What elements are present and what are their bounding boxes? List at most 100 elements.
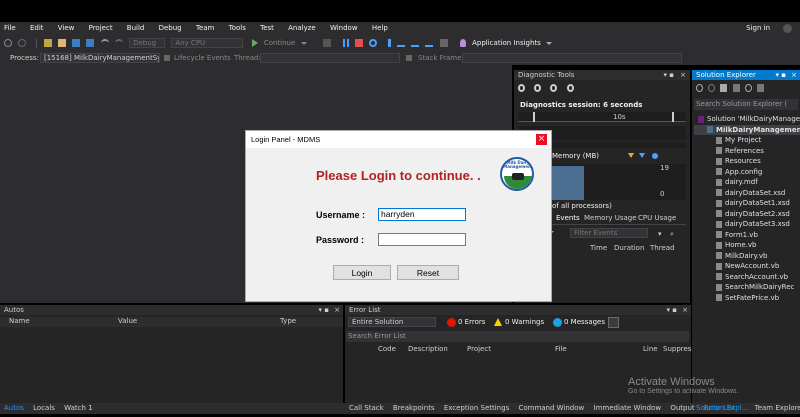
save-all-icon[interactable] bbox=[86, 39, 95, 47]
save-icon[interactable] bbox=[72, 39, 81, 47]
zoom-in-icon[interactable] bbox=[534, 84, 542, 92]
tab-events[interactable]: Events bbox=[556, 214, 580, 222]
app-insights-dropdown-icon[interactable] bbox=[546, 41, 553, 45]
home-icon[interactable] bbox=[720, 84, 728, 92]
reset-zoom-icon[interactable] bbox=[566, 84, 574, 92]
col-name[interactable]: Name bbox=[9, 317, 30, 325]
solution-tree-item[interactable]: SetFatePrice.vb bbox=[694, 293, 800, 304]
solution-tree-item[interactable]: SearchMilkDairyRec bbox=[694, 282, 800, 293]
process-dropdown[interactable]: [15168] MilkDairyManagementSys bbox=[40, 53, 160, 63]
show-next-statement-icon[interactable] bbox=[387, 39, 391, 47]
thread-dropdown[interactable] bbox=[260, 53, 400, 63]
password-input[interactable] bbox=[378, 233, 466, 246]
menu-tools[interactable]: Tools bbox=[229, 24, 246, 32]
refresh-icon[interactable] bbox=[744, 84, 752, 92]
errors-filter-button[interactable]: 0 Errors bbox=[458, 318, 485, 326]
col-project[interactable]: Project bbox=[467, 345, 491, 353]
hex-icon[interactable] bbox=[439, 39, 448, 47]
collapse-icon[interactable] bbox=[757, 84, 765, 92]
stop-icon[interactable] bbox=[355, 39, 364, 47]
menu-project[interactable]: Project bbox=[89, 24, 113, 32]
pin-icon[interactable]: ▾ ▪ bbox=[664, 70, 674, 80]
col-value[interactable]: Value bbox=[118, 317, 137, 325]
step-out-icon[interactable] bbox=[425, 39, 434, 47]
col-code[interactable]: Code bbox=[378, 345, 396, 353]
menu-window[interactable]: Window bbox=[330, 24, 358, 32]
forward-icon[interactable] bbox=[708, 84, 716, 92]
tab-exception-settings[interactable]: Exception Settings bbox=[444, 404, 509, 412]
step-into-icon[interactable] bbox=[396, 39, 405, 47]
account-icon[interactable] bbox=[783, 24, 792, 33]
configuration-dropdown[interactable]: Debug bbox=[129, 38, 166, 48]
solution-tree-item[interactable]: dairy.mdf bbox=[694, 177, 800, 188]
filter-events-input[interactable]: Filter Events bbox=[570, 228, 648, 238]
menu-debug[interactable]: Debug bbox=[159, 24, 182, 32]
tab-watch-1[interactable]: Watch 1 bbox=[64, 404, 92, 412]
col-suppression[interactable]: Suppres bbox=[663, 345, 691, 353]
app-insights-button[interactable]: Application Insights bbox=[472, 39, 541, 47]
menu-build[interactable]: Build bbox=[127, 24, 145, 32]
redo-icon[interactable] bbox=[114, 39, 123, 47]
tab-autos[interactable]: Autos bbox=[4, 404, 24, 412]
sign-in-link[interactable]: Sign in bbox=[746, 24, 770, 32]
filter-search-icon-2[interactable]: ⌕ bbox=[670, 230, 674, 239]
close-icon[interactable]: × bbox=[791, 70, 797, 80]
col-file[interactable]: File bbox=[555, 345, 567, 353]
tab-solution-explorer[interactable]: Solution Expl... bbox=[696, 404, 748, 412]
step-over-icon[interactable] bbox=[411, 39, 420, 47]
solution-tree-item[interactable]: Solution 'MilkDairyManage bbox=[694, 114, 800, 125]
pin-icon[interactable]: ▾ ▪ bbox=[319, 305, 329, 315]
attach-icon[interactable] bbox=[322, 39, 331, 47]
menu-analyze[interactable]: Analyze bbox=[288, 24, 316, 32]
col-duration[interactable]: Duration bbox=[614, 244, 644, 252]
solution-tree-item[interactable]: Resources bbox=[694, 156, 800, 167]
solution-tree-item[interactable]: dairyDataSet2.xsd bbox=[694, 209, 800, 220]
tab-immediate-window[interactable]: Immediate Window bbox=[594, 404, 662, 412]
pin-icon[interactable]: ▾ ▪ bbox=[667, 305, 677, 315]
continue-button[interactable]: Continue bbox=[264, 39, 295, 47]
timeline-ruler[interactable]: 10s bbox=[518, 112, 686, 122]
tab-command-window[interactable]: Command Window bbox=[518, 404, 584, 412]
error-search-input[interactable]: Search Error List bbox=[346, 331, 689, 342]
open-file-icon[interactable] bbox=[57, 39, 66, 47]
col-thread[interactable]: Thread bbox=[650, 244, 674, 252]
tab-output[interactable]: Output bbox=[670, 404, 694, 412]
solution-tree-item[interactable]: MilkDairy.vb bbox=[694, 251, 800, 262]
warnings-filter-button[interactable]: 0 Warnings bbox=[505, 318, 544, 326]
lifecycle-events-button[interactable]: Lifecycle Events bbox=[174, 54, 231, 62]
solution-tree-item[interactable]: Home.vb bbox=[694, 240, 800, 251]
col-time[interactable]: Time bbox=[590, 244, 607, 252]
tab-breakpoints[interactable]: Breakpoints bbox=[393, 404, 435, 412]
login-close-button[interactable]: × bbox=[536, 134, 547, 145]
back-icon[interactable] bbox=[4, 39, 12, 47]
solution-tree-item[interactable]: NewAccount.vb bbox=[694, 261, 800, 272]
solution-tree-item[interactable]: App.config bbox=[694, 167, 800, 178]
forward-icon[interactable] bbox=[18, 39, 27, 47]
scope-dropdown[interactable]: Entire Solution bbox=[348, 317, 436, 327]
settings-icon[interactable] bbox=[518, 84, 525, 92]
menu-help[interactable]: Help bbox=[372, 24, 388, 32]
pin-icon[interactable]: ▾ ▪ bbox=[776, 70, 786, 80]
sync-icon[interactable] bbox=[732, 84, 740, 92]
close-icon[interactable]: × bbox=[680, 70, 686, 80]
solution-tree-item[interactable]: References bbox=[694, 146, 800, 157]
menu-test[interactable]: Test bbox=[260, 24, 274, 32]
menu-edit[interactable]: Edit bbox=[30, 24, 44, 32]
continue-dropdown-icon[interactable] bbox=[300, 41, 307, 45]
reset-button[interactable]: Reset bbox=[397, 265, 459, 280]
continue-icon[interactable] bbox=[251, 39, 258, 47]
col-description[interactable]: Description bbox=[408, 345, 448, 353]
col-type[interactable]: Type bbox=[280, 317, 296, 325]
close-icon[interactable]: × bbox=[682, 305, 688, 315]
close-icon[interactable]: × bbox=[334, 305, 340, 315]
tab-locals[interactable]: Locals bbox=[33, 404, 55, 412]
solution-tree-item[interactable]: dairyDataSet3.xsd bbox=[694, 219, 800, 230]
solution-tree-item[interactable]: MilkDairyManagemen bbox=[694, 124, 800, 135]
pause-icon[interactable] bbox=[343, 39, 349, 47]
col-line[interactable]: Line bbox=[643, 345, 658, 353]
solution-search-input[interactable]: Search Solution Explorer ( bbox=[694, 99, 798, 110]
restart-icon[interactable] bbox=[369, 39, 378, 47]
stack-frame-dropdown[interactable] bbox=[462, 53, 682, 63]
zoom-out-icon[interactable] bbox=[550, 84, 558, 92]
back-icon[interactable] bbox=[696, 84, 703, 92]
